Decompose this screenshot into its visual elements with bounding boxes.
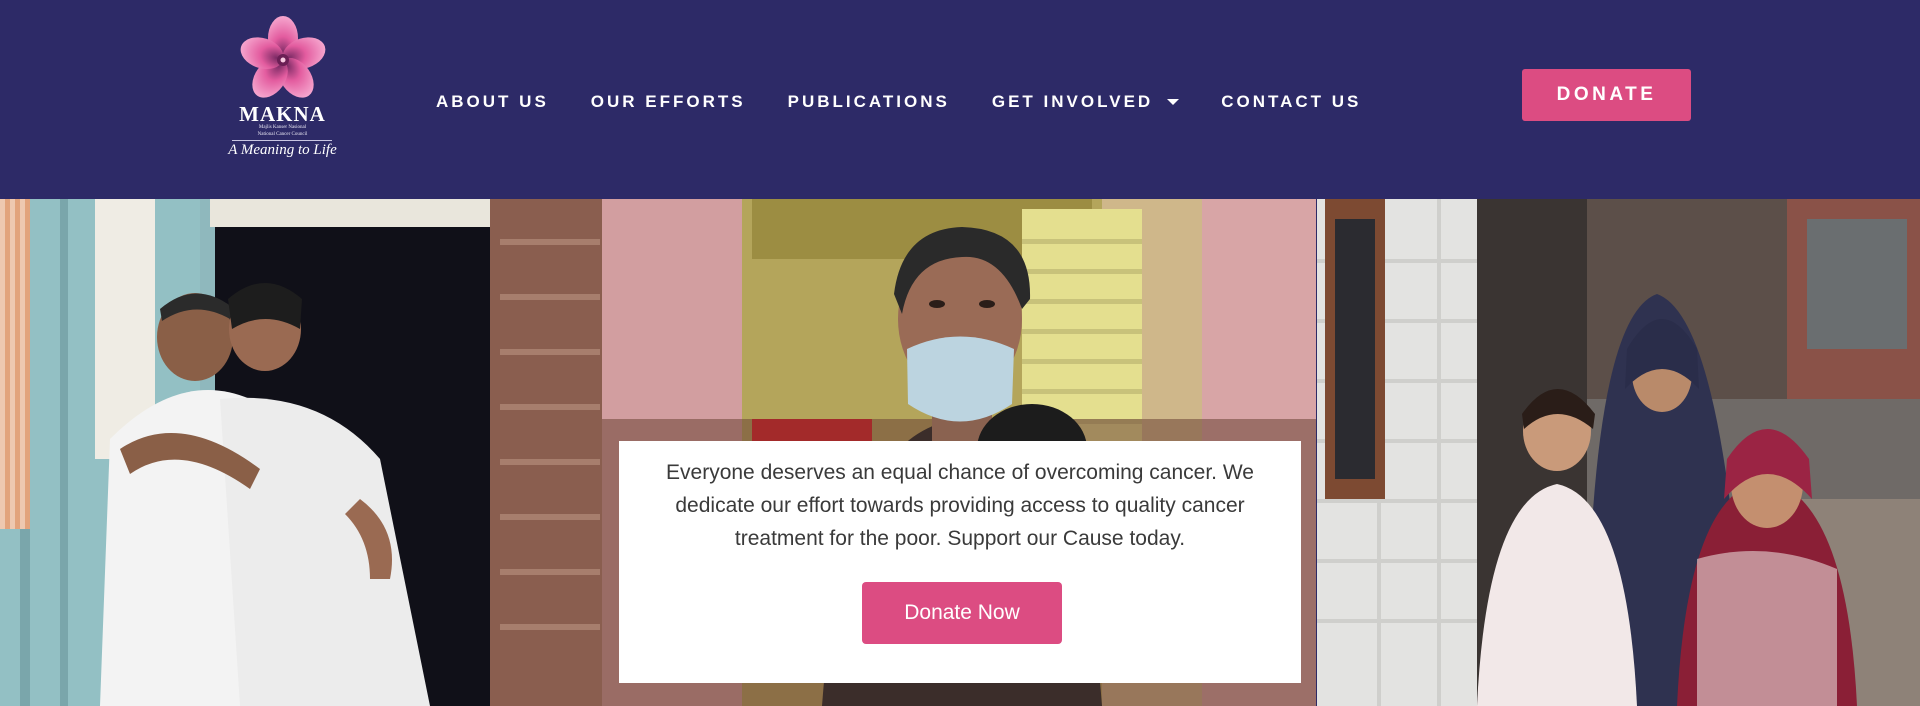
logo-subtitle-malay: Majlis Kanser Nasional: [258, 125, 307, 130]
nav-contact-us-label: CONTACT US: [1221, 92, 1362, 111]
logo-subtitle-english: National Cancer Council: [257, 132, 308, 137]
hero-photo-embrace: [0, 199, 602, 706]
hero-photo-family: [1317, 199, 1920, 706]
donate-now-button[interactable]: Donate Now: [862, 582, 1062, 644]
nav-our-efforts[interactable]: OUR EFFORTS: [591, 92, 746, 112]
logo-tagline: A Meaning to Life: [228, 142, 337, 158]
nav-publications[interactable]: PUBLICATIONS: [788, 92, 950, 112]
hero-banner: Everyone deserves an equal chance of ove…: [0, 199, 1920, 706]
flower-icon: [240, 16, 326, 98]
nav-about-us[interactable]: ABOUT US: [436, 92, 549, 112]
cta-message: Everyone deserves an equal chance of ove…: [666, 461, 1254, 550]
site-header: MAKNA Majlis Kanser Nasional National Ca…: [0, 0, 1920, 199]
nav-get-involved[interactable]: GET INVOLVED: [991, 92, 1180, 112]
nav-contact-us[interactable]: CONTACT US: [1221, 92, 1361, 112]
nav-about-us-label: ABOUT US: [436, 92, 549, 111]
cta-card: Everyone deserves an equal chance of ove…: [619, 441, 1301, 683]
main-navigation: ABOUT US OUR EFFORTS PUBLICATIONS GET IN…: [436, 90, 1403, 114]
logo-divider: [232, 140, 332, 141]
makna-logo[interactable]: MAKNA Majlis Kanser Nasional National Ca…: [210, 14, 355, 164]
nav-our-efforts-label: OUR EFFORTS: [590, 92, 746, 111]
caret-down-icon: [1167, 99, 1180, 105]
donate-button[interactable]: DONATE: [1522, 69, 1691, 121]
nav-get-involved-label: GET INVOLVED: [991, 92, 1154, 111]
nav-publications-label: PUBLICATIONS: [787, 92, 950, 111]
logo-name: MAKNA: [239, 102, 326, 126]
